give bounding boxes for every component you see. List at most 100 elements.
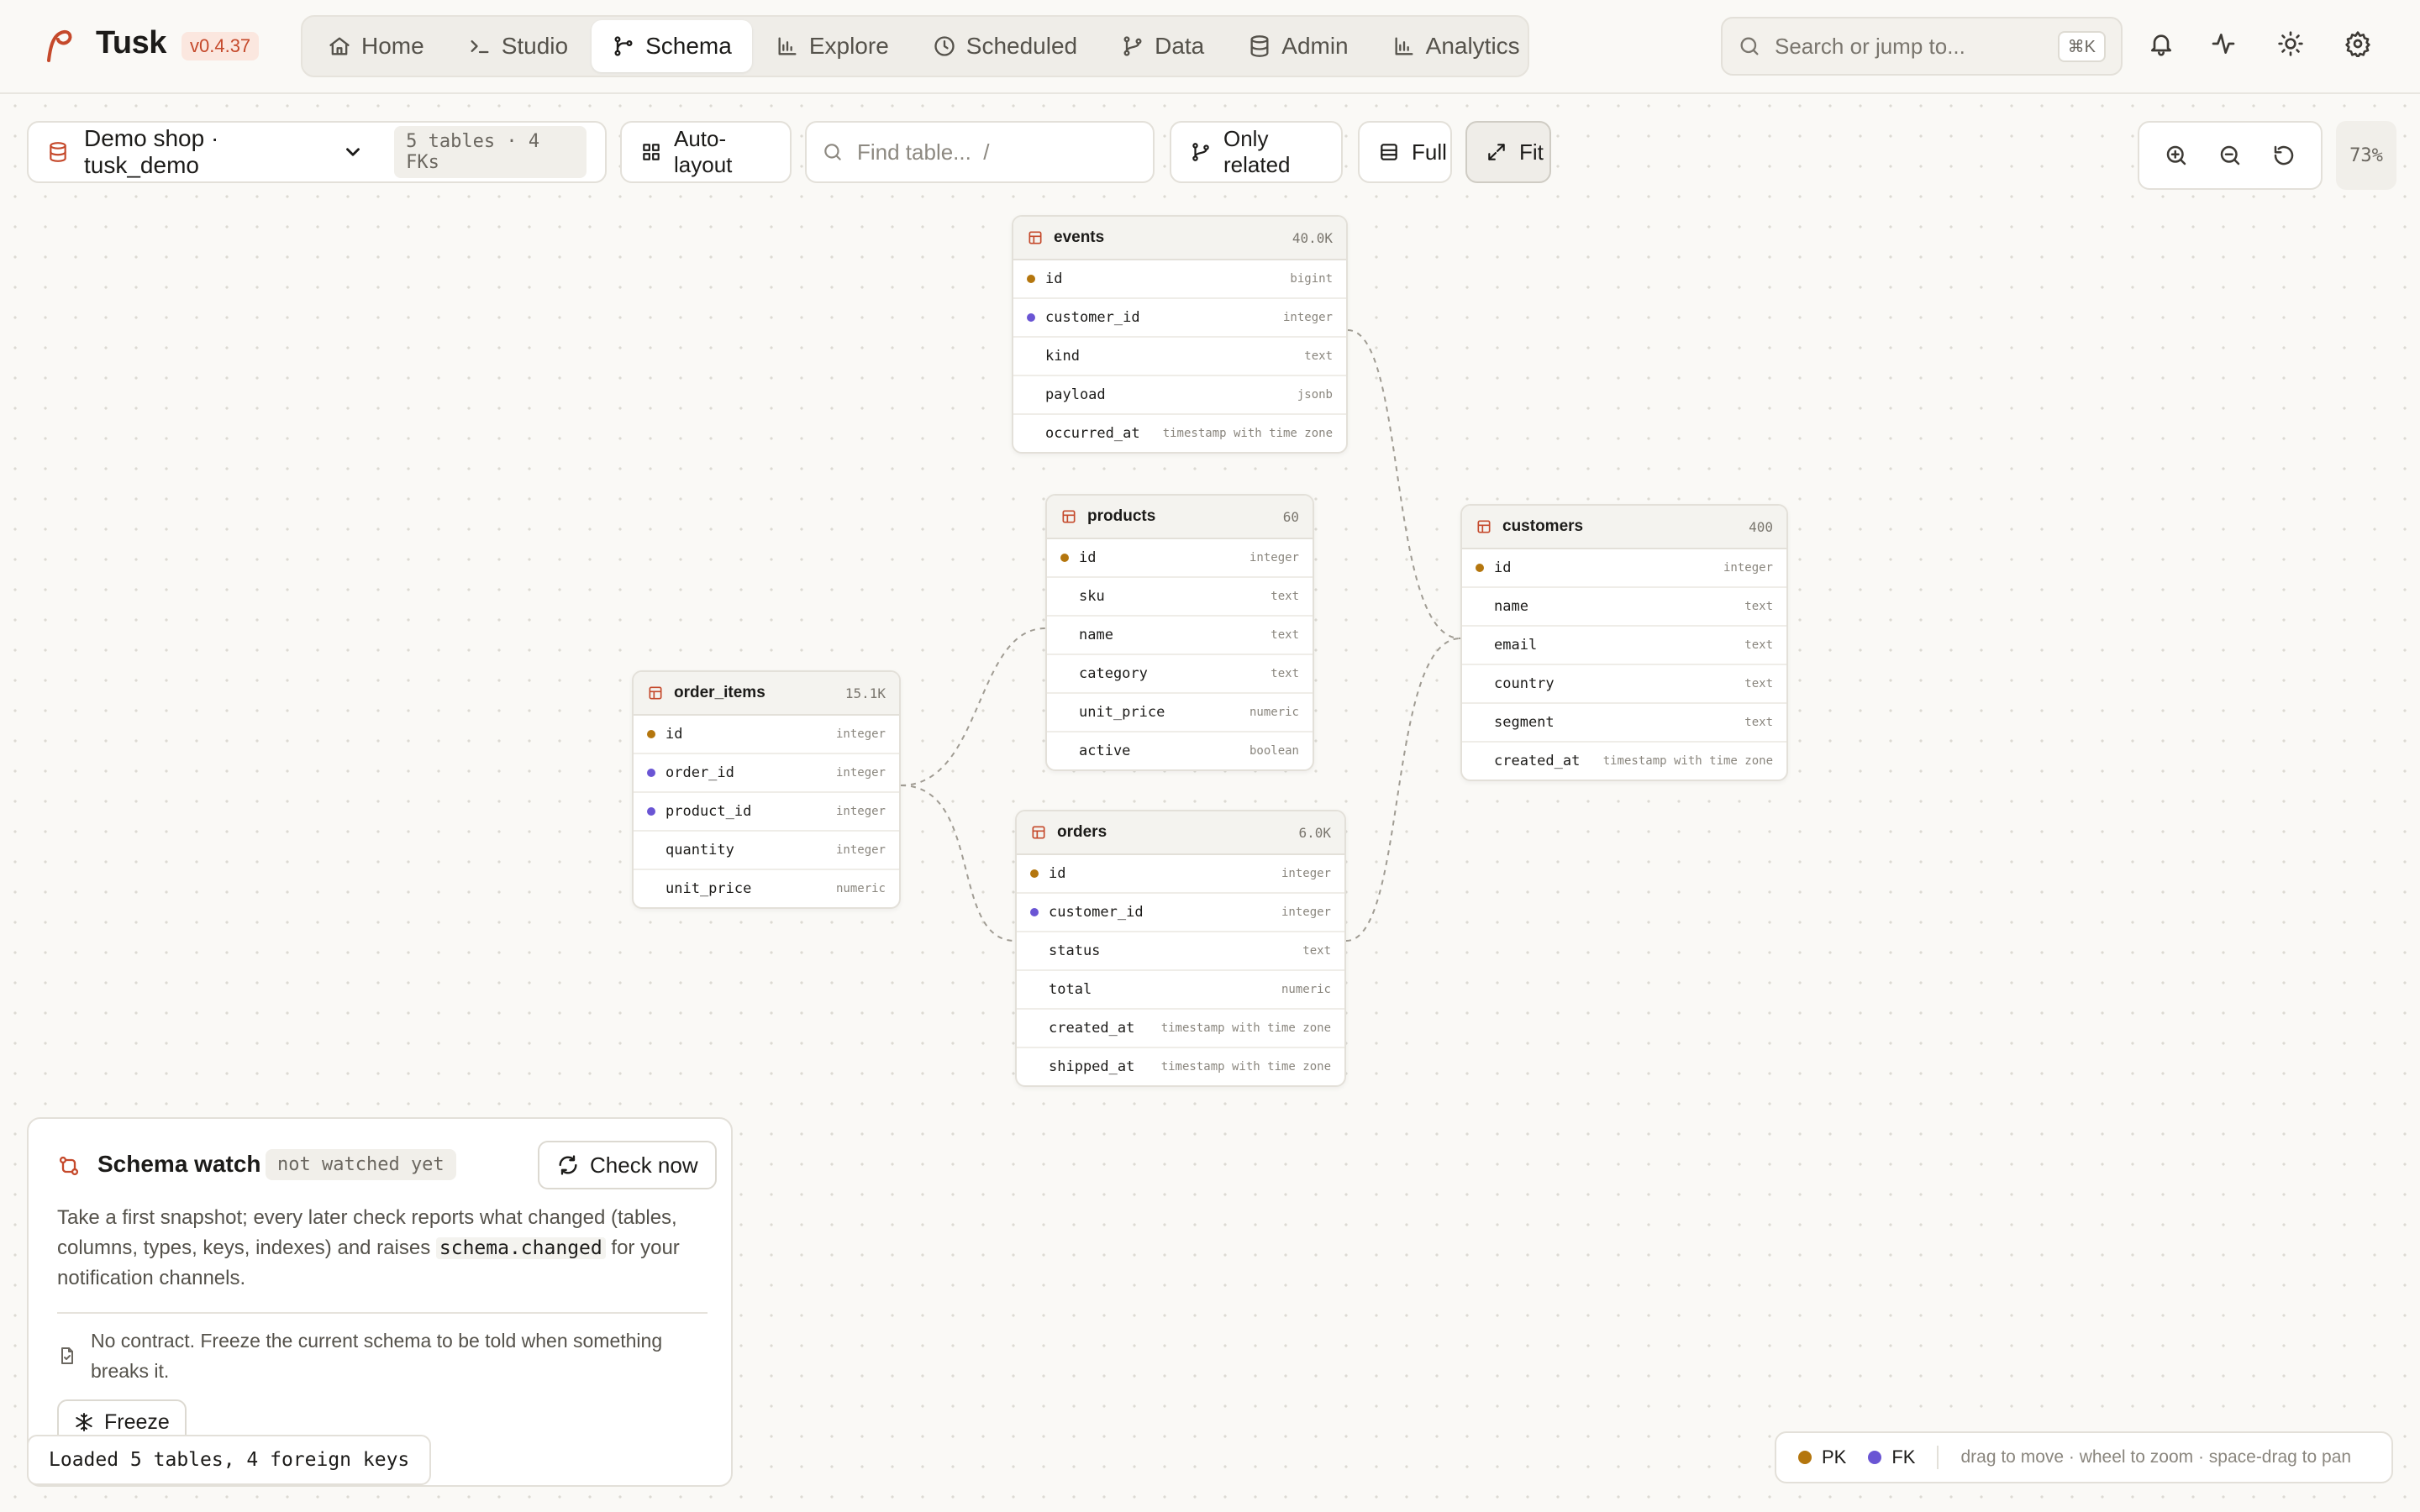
column-row: segment text [1462, 704, 1786, 743]
column-row: email text [1462, 627, 1786, 665]
column-type: boolean [1249, 744, 1299, 758]
edge-order-items-orders [900, 785, 1016, 942]
nav-explore[interactable]: Explore [755, 20, 909, 72]
nav-data[interactable]: Data [1101, 20, 1224, 72]
full-label: Full [1412, 139, 1447, 165]
auto-layout-button[interactable]: Auto-layout [620, 121, 792, 183]
fit-button[interactable]: Fit [1465, 121, 1551, 183]
column-type: integer [1281, 867, 1331, 880]
table-name: products [1087, 507, 1156, 525]
column-row: customer_id integer [1017, 894, 1344, 932]
column-name: country [1494, 675, 1555, 692]
app-name: Tusk [96, 25, 166, 60]
full-button[interactable]: Full [1358, 121, 1452, 183]
table-card-events[interactable]: events 40.0K id bigint customer_id integer… [1012, 215, 1348, 454]
table-card-orders[interactable]: orders 6.0K id integer customer_id integer… [1015, 810, 1346, 1087]
zoom-in-icon[interactable] [2164, 143, 2189, 168]
table-card-customers[interactable]: customers 400 id integer name text email te… [1460, 504, 1788, 781]
snowflake-icon [74, 1412, 94, 1432]
nav-scheduled[interactable]: Scheduled [913, 20, 1097, 72]
column-type: text [1304, 349, 1333, 363]
table-card-products[interactable]: products 60 id integer sku text name text c… [1045, 494, 1314, 771]
fk-marker [647, 769, 655, 777]
column-row: created_at timestamp with time zone [1017, 1010, 1344, 1048]
column-name: segment [1494, 714, 1555, 731]
column-type: numeric [1249, 706, 1299, 719]
column-name: id [1079, 549, 1097, 566]
schema-watch-panel: Schema watch not watched yet Check now T… [27, 1117, 733, 1487]
nav-analytics[interactable]: Analytics [1372, 20, 1540, 72]
pk-legend-dot [1798, 1451, 1812, 1464]
table-name: customers [1502, 517, 1584, 535]
gear-icon[interactable] [2344, 30, 2375, 60]
column-name: id [1494, 559, 1512, 576]
column-type: integer [1723, 561, 1773, 575]
table-header[interactable]: customers 400 [1462, 506, 1786, 549]
status-message: Loaded 5 tables, 4 foreign keys [27, 1435, 432, 1485]
refresh-icon [556, 1153, 580, 1177]
nav-admin[interactable]: Admin [1228, 20, 1368, 72]
chevron-down-icon [342, 141, 364, 163]
nav-studio-label: Studio [501, 33, 569, 59]
nav-schema[interactable]: Schema [592, 20, 752, 72]
table-card-order-items[interactable]: order_items 15.1K id integer order_id inte… [632, 670, 901, 909]
fk-legend-label: FK [1891, 1446, 1916, 1467]
column-row: payload jsonb [1013, 376, 1346, 415]
expand-icon [1486, 141, 1507, 163]
column-type: integer [1282, 311, 1333, 324]
pk-legend-label: PK [1822, 1446, 1847, 1467]
terminal-icon [468, 34, 492, 58]
table-header[interactable]: products 60 [1047, 496, 1313, 539]
column-type: jsonb [1297, 388, 1333, 402]
version-badge: v0.4.37 [182, 32, 260, 60]
reset-view-icon[interactable] [2271, 143, 2296, 168]
column-name: id [1045, 270, 1063, 287]
canvas-hint: drag to move · wheel to zoom · space-dra… [1960, 1447, 2352, 1467]
global-search[interactable]: Search or jump to... ⌘K [1721, 17, 2123, 76]
schema-icon [612, 34, 635, 58]
edge-order-items-products [900, 627, 1046, 786]
column-name: name [1494, 598, 1528, 615]
schema-watch-description: Take a first snapshot; every later check… [57, 1203, 713, 1294]
bell-icon[interactable] [2148, 30, 2178, 60]
nav-schema-label: Schema [645, 33, 732, 59]
zoom-out-icon[interactable] [2217, 143, 2243, 168]
column-row: id integer [1017, 855, 1344, 894]
nav-studio[interactable]: Studio [448, 20, 588, 72]
database-select[interactable]: Demo shop · tusk_demo 5 tables · 4 FKs [27, 121, 607, 183]
sun-icon[interactable] [2277, 30, 2307, 60]
column-row: total numeric [1017, 971, 1344, 1010]
column-row: country text [1462, 665, 1786, 704]
auto-layout-label: Auto-layout [674, 126, 733, 177]
tusk-logo-icon[interactable] [39, 27, 76, 64]
nav-home[interactable]: Home [308, 20, 445, 72]
edge-orders-customers [1345, 638, 1461, 942]
column-row: status text [1017, 932, 1344, 971]
column-name: customer_id [1049, 904, 1144, 921]
clock-icon [933, 34, 956, 58]
column-row: id integer [1047, 539, 1313, 578]
column-row: order_id integer [634, 754, 899, 793]
check-now-button[interactable]: Check now [538, 1141, 717, 1189]
column-name: quantity [666, 842, 734, 858]
row-count: 60 [1282, 508, 1299, 525]
bar-chart-icon [1392, 34, 1416, 58]
column-name: created_at [1494, 753, 1581, 769]
column-type: timestamp with time zone [1160, 1060, 1331, 1074]
nav-analytics-label: Analytics [1425, 33, 1520, 59]
find-table-input[interactable]: Find table... / [805, 121, 1155, 183]
column-name: customer_id [1045, 309, 1140, 326]
table-header[interactable]: events 40.0K [1013, 217, 1346, 260]
only-related-button[interactable]: Only related [1170, 121, 1343, 183]
fk-marker [647, 807, 655, 816]
pk-marker [647, 730, 655, 738]
nav-home-label: Home [361, 33, 424, 59]
activity-icon[interactable] [2210, 30, 2240, 60]
watch-status-badge: not watched yet [266, 1149, 456, 1180]
table-header[interactable]: orders 6.0K [1017, 811, 1344, 855]
column-row: id bigint [1013, 260, 1346, 299]
row-count: 400 [1749, 518, 1773, 535]
search-icon [822, 141, 844, 163]
column-name: kind [1045, 348, 1080, 365]
table-header[interactable]: order_items 15.1K [634, 672, 899, 716]
